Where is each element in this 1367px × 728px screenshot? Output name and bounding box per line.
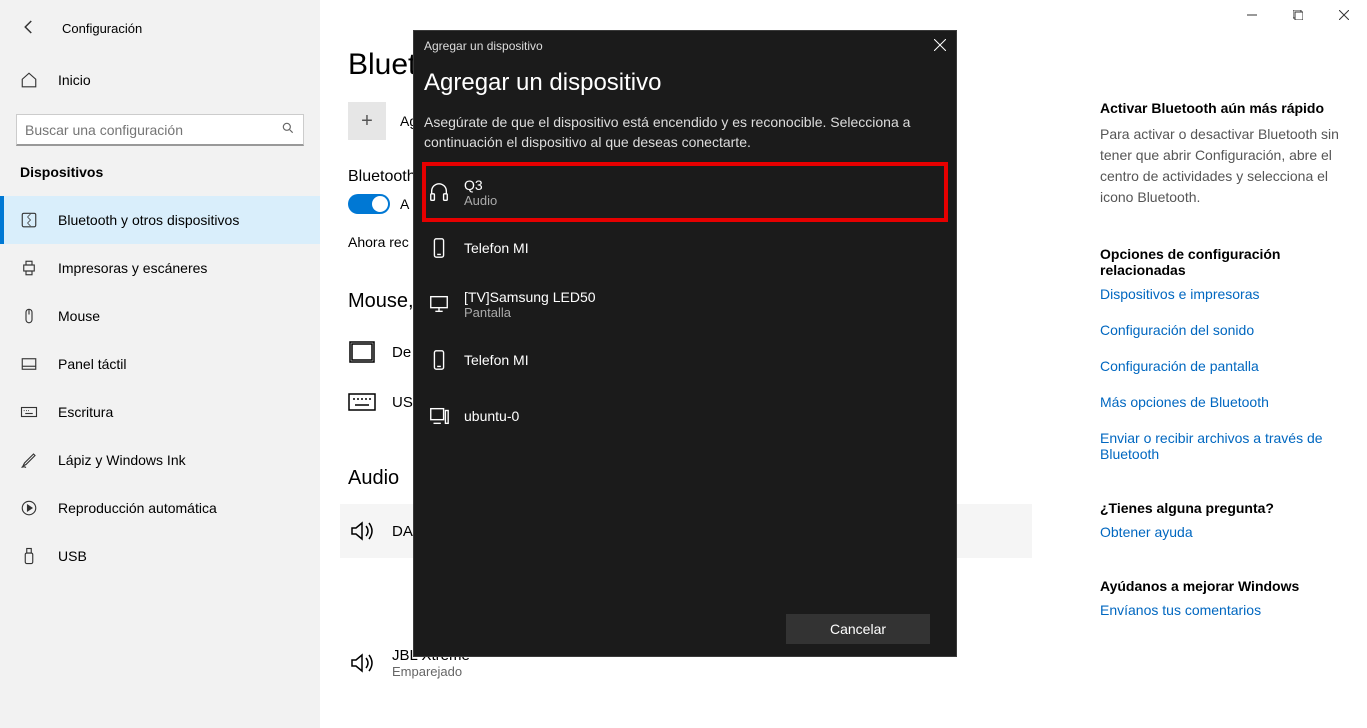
dialog-titlebar: Agregar un dispositivo	[414, 31, 956, 61]
device-list: Q3Audio Telefon MI [TV]Samsung LED50Pantal…	[424, 164, 946, 444]
pen-icon	[20, 451, 38, 469]
minimize-button[interactable]	[1229, 0, 1275, 30]
keyboard-icon	[20, 403, 38, 421]
nav-label: USB	[58, 548, 87, 564]
search-input[interactable]	[25, 122, 281, 138]
device-name: Telefon MI	[464, 352, 529, 368]
dialog-titlebar-text: Agregar un dispositivo	[424, 39, 543, 53]
home-label: Inicio	[58, 72, 91, 88]
speaker-icon	[348, 518, 376, 544]
device-type: Audio	[464, 193, 497, 208]
nav-label: Mouse	[58, 308, 100, 324]
add-device-dialog: Agregar un dispositivo Agregar un dispos…	[413, 30, 957, 657]
nav-label: Impresoras y escáneres	[58, 260, 207, 276]
close-icon[interactable]	[934, 38, 946, 54]
device-item[interactable]: Telefon MI	[424, 220, 946, 276]
search-box[interactable]	[16, 114, 304, 146]
nav-item-keyboard[interactable]: Escritura	[0, 388, 320, 436]
device-name: De	[392, 344, 411, 361]
touchpad-icon	[20, 355, 38, 373]
nav-item-bluetooth[interactable]: Bluetooth y otros dispositivos	[0, 196, 320, 244]
dialog-heading: Agregar un dispositivo	[424, 69, 946, 97]
device-name: US	[392, 394, 413, 411]
related-link[interactable]: Configuración del sonido	[1100, 322, 1350, 338]
related-link[interactable]: Más opciones de Bluetooth	[1100, 394, 1350, 410]
device-name: ubuntu-0	[464, 408, 519, 424]
bluetooth-icon	[20, 211, 38, 229]
device-name: [TV]Samsung LED50	[464, 289, 596, 305]
monitor-icon	[428, 293, 450, 315]
toggle-state: A	[400, 196, 409, 212]
phone-icon	[428, 237, 450, 259]
section-label: Dispositivos	[0, 160, 320, 196]
device-item[interactable]: [TV]Samsung LED50Pantalla	[424, 276, 946, 332]
nav-item-touchpad[interactable]: Panel táctil	[0, 340, 320, 388]
home-icon	[20, 71, 38, 89]
maximize-button[interactable]	[1275, 0, 1321, 30]
nav-label: Escritura	[58, 404, 113, 420]
cancel-button[interactable]: Cancelar	[786, 614, 930, 644]
related-link[interactable]: Configuración de pantalla	[1100, 358, 1350, 374]
device-name: DA	[392, 523, 413, 540]
nav-list: Bluetooth y otros dispositivos Impresoras…	[0, 196, 320, 580]
nav-item-autoplay[interactable]: Reproducción automática	[0, 484, 320, 532]
close-button[interactable]	[1321, 0, 1367, 30]
keyboard-icon	[348, 393, 376, 411]
usb-icon	[20, 547, 38, 565]
bluetooth-toggle[interactable]	[348, 194, 390, 214]
nav-home[interactable]: Inicio	[0, 56, 320, 104]
window-controls	[1229, 0, 1367, 30]
headset-icon	[428, 181, 450, 203]
help-heading: ¿Tienes alguna pregunta?	[1100, 500, 1350, 516]
tip-heading: Activar Bluetooth aún más rápido	[1100, 100, 1350, 116]
nav-label: Reproducción automática	[58, 500, 217, 516]
phone-icon	[428, 349, 450, 371]
device-name: Q3	[464, 177, 497, 193]
speaker-icon	[348, 650, 376, 676]
related-link[interactable]: Dispositivos e impresoras	[1100, 286, 1350, 302]
search-icon	[281, 121, 295, 138]
autoplay-icon	[20, 499, 38, 517]
nav-item-pen[interactable]: Lápiz y Windows Ink	[0, 436, 320, 484]
related-heading: Opciones de configuración relacionadas	[1100, 246, 1350, 278]
device-item[interactable]: ubuntu-0	[424, 388, 946, 444]
desktop-icon	[428, 405, 450, 427]
app-title: Configuración	[62, 21, 142, 36]
nav-label: Bluetooth y otros dispositivos	[58, 212, 239, 228]
nav-item-mouse[interactable]: Mouse	[0, 292, 320, 340]
back-icon[interactable]	[20, 18, 38, 39]
nav-label: Lápiz y Windows Ink	[58, 452, 186, 468]
help-link[interactable]: Obtener ayuda	[1100, 524, 1350, 540]
printer-icon	[20, 259, 38, 277]
nav-item-usb[interactable]: USB	[0, 532, 320, 580]
mouse-icon	[20, 307, 38, 325]
tip-text: Para activar o desactivar Bluetooth sin …	[1100, 124, 1350, 208]
improve-heading: Ayúdanos a mejorar Windows	[1100, 578, 1350, 594]
device-type: Pantalla	[464, 305, 596, 320]
device-name: Telefon MI	[464, 240, 529, 256]
sidebar: Configuración Inicio Dispositivos Blueto…	[0, 0, 320, 728]
add-button[interactable]: +	[348, 102, 386, 140]
improve-link[interactable]: Envíanos tus comentarios	[1100, 602, 1350, 618]
related-link[interactable]: Enviar o recibir archivos a través de Bl…	[1100, 430, 1350, 462]
nav-item-printer[interactable]: Impresoras y escáneres	[0, 244, 320, 292]
dialog-subtext: Asegúrate de que el dispositivo está enc…	[424, 113, 946, 152]
device-status: Emparejado	[392, 664, 470, 679]
device-item[interactable]: Telefon MI	[424, 332, 946, 388]
device-item[interactable]: Q3Audio	[424, 164, 946, 220]
info-pane: Activar Bluetooth aún más rápido Para ac…	[1100, 0, 1350, 728]
touchpad-icon	[348, 341, 376, 363]
nav-label: Panel táctil	[58, 356, 126, 372]
